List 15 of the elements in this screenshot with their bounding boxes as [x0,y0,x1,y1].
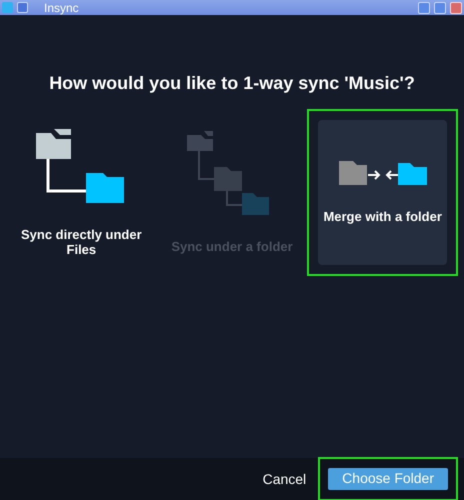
cancel-button[interactable]: Cancel [260,468,308,490]
maximize-button[interactable] [434,2,446,14]
menu-icon[interactable] [17,2,28,13]
window-title: Insync [44,2,80,14]
sync-option[interactable]: Sync directly under Files [17,120,146,265]
close-button[interactable] [450,2,462,14]
option-label: Merge with a folder [323,209,442,224]
minimize-button[interactable] [418,2,430,14]
app-icon [2,2,13,13]
option-label: Sync directly under Files [20,226,143,256]
dialog-heading: How would you like to 1-way sync 'Music'? [48,72,416,95]
merge-folders-icon [338,161,427,187]
folder-tree-icon [36,128,126,204]
sync-option[interactable]: Merge with a folder [318,120,448,265]
option-label: Sync under a folder [171,239,293,254]
